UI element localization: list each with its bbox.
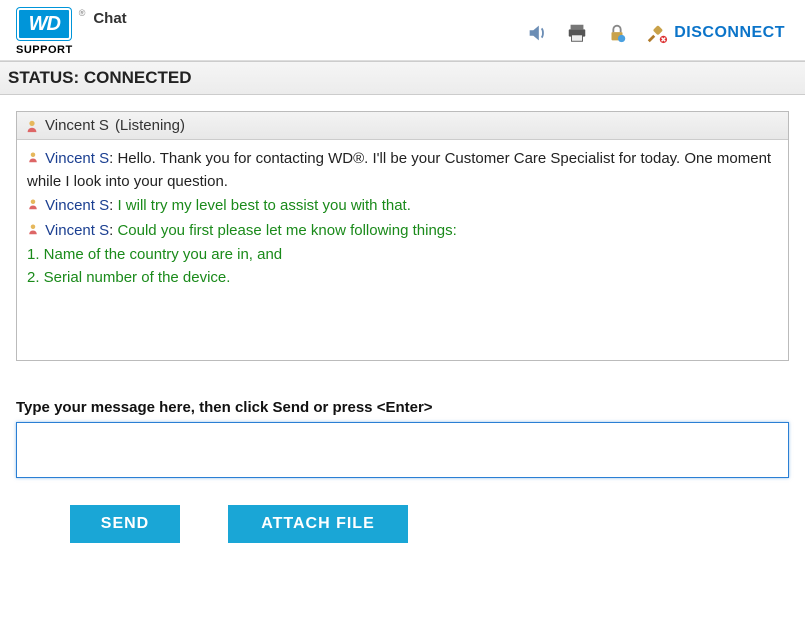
attach-file-button[interactable]: ATTACH FILE bbox=[228, 505, 408, 543]
wd-logo: WD bbox=[17, 8, 71, 40]
chat-panel: Vincent S (Listening) Vincent S: Hello. … bbox=[16, 111, 789, 361]
chat-message: Vincent S: Hello. Thank you for contacti… bbox=[27, 148, 778, 193]
support-label: SUPPORT bbox=[16, 44, 73, 56]
compose-area: Type your message here, then click Send … bbox=[0, 399, 805, 563]
button-row: SEND ATTACH FILE bbox=[70, 505, 789, 543]
compose-label: Type your message here, then click Send … bbox=[16, 399, 789, 416]
chat-operator-header: Vincent S (Listening) bbox=[17, 112, 788, 140]
operator-state: (Listening) bbox=[115, 117, 185, 134]
operator-avatar-icon bbox=[27, 151, 41, 165]
message-text: Hello. Thank you for contacting WD®. I'l… bbox=[27, 150, 771, 190]
status-label: STATUS: bbox=[8, 68, 79, 87]
toolbar: DISCONNECT bbox=[526, 22, 785, 44]
operator-avatar-icon bbox=[27, 198, 41, 212]
message-sender: Vincent S bbox=[45, 197, 109, 214]
chat-list-item: 2. Serial number of the device. bbox=[27, 267, 778, 290]
status-bar: STATUS: CONNECTED bbox=[0, 61, 805, 95]
status-value: CONNECTED bbox=[84, 68, 192, 87]
message-input[interactable] bbox=[16, 422, 789, 478]
operator-name: Vincent S bbox=[45, 117, 109, 134]
message-sender: Vincent S bbox=[45, 150, 109, 167]
header-bar: WD SUPPORT ® Chat DISCONNECT bbox=[0, 0, 805, 61]
chat-message: Vincent S: Could you first please let me… bbox=[27, 220, 778, 243]
message-sender: Vincent S bbox=[45, 222, 109, 239]
chat-title: Chat bbox=[93, 10, 126, 27]
disconnect-button[interactable]: DISCONNECT bbox=[646, 22, 785, 44]
brand-block: WD SUPPORT ® Chat bbox=[16, 8, 127, 56]
chat-list-item: 1. Name of the country you are in, and bbox=[27, 244, 778, 267]
disconnect-label: DISCONNECT bbox=[674, 24, 785, 42]
message-text: I will try my level best to assist you w… bbox=[117, 197, 410, 214]
chat-message: Vincent S: I will try my level best to a… bbox=[27, 195, 778, 218]
registered-mark: ® bbox=[79, 8, 86, 18]
logo-block: WD SUPPORT bbox=[16, 8, 73, 56]
plug-disconnect-icon bbox=[646, 22, 668, 44]
send-button[interactable]: SEND bbox=[70, 505, 180, 543]
print-icon[interactable] bbox=[566, 22, 588, 44]
message-text: Could you first please let me know follo… bbox=[117, 222, 456, 239]
operator-avatar-icon bbox=[27, 223, 41, 237]
chat-transcript: Vincent S: Hello. Thank you for contacti… bbox=[17, 140, 788, 360]
lock-icon[interactable] bbox=[606, 22, 628, 44]
operator-avatar-icon bbox=[25, 119, 39, 133]
sound-icon[interactable] bbox=[526, 22, 548, 44]
